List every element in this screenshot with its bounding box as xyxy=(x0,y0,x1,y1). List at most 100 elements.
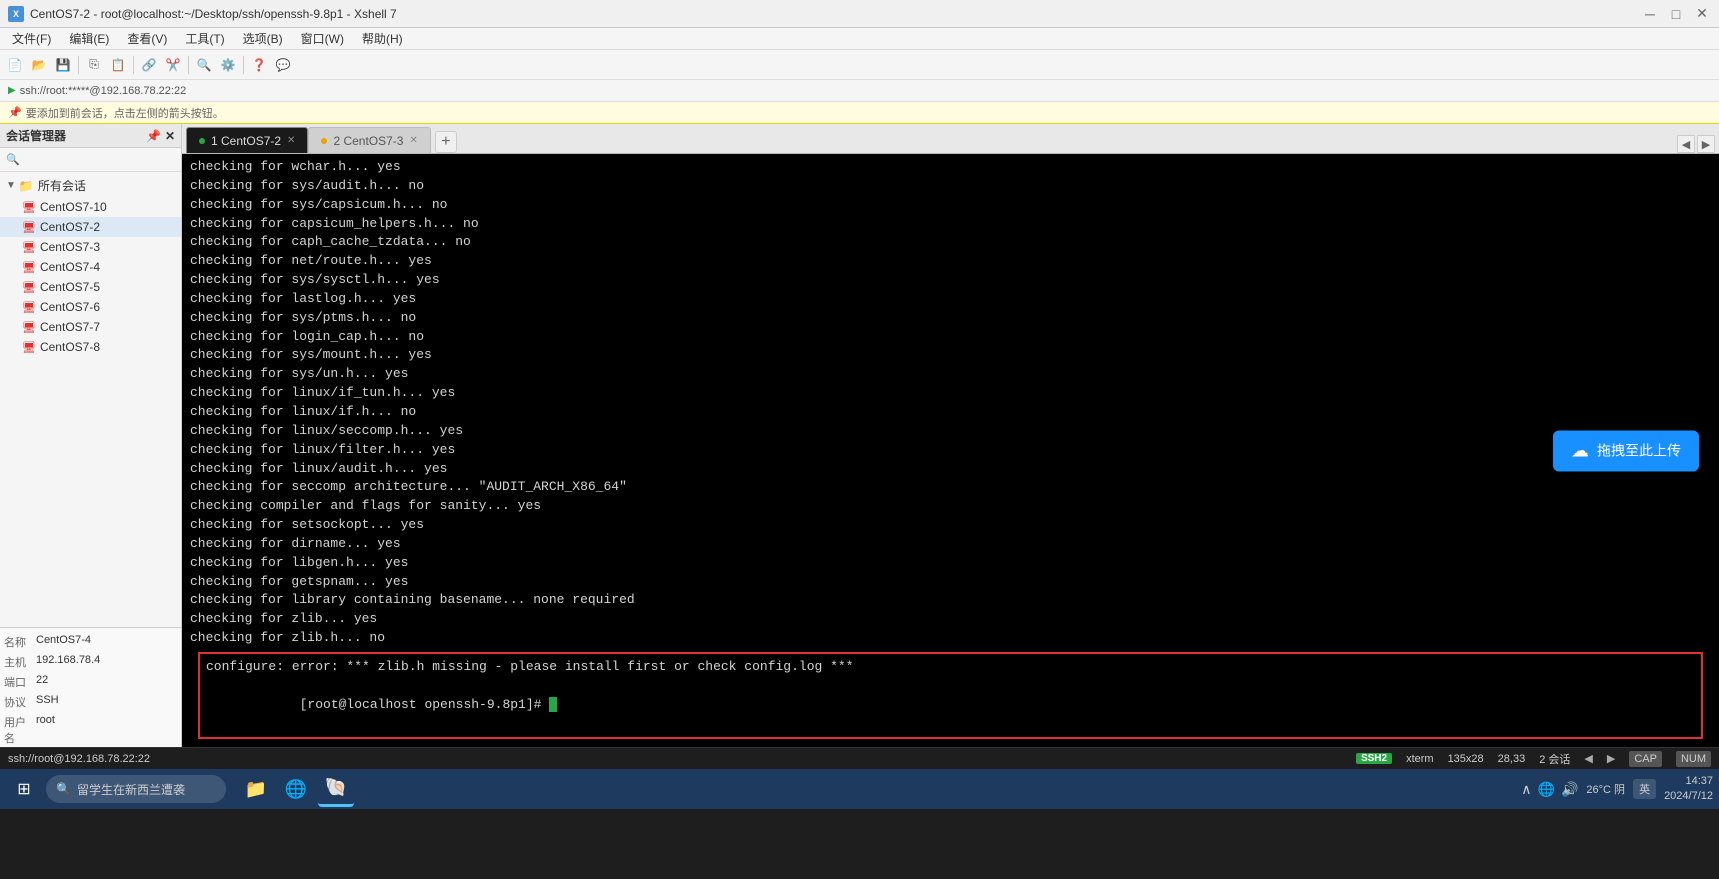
prop-port: 端口 22 xyxy=(4,672,177,692)
search-icon: 🔍 xyxy=(56,782,71,796)
tab-label: 2 CentOS7-3 xyxy=(333,134,403,148)
server-icon: 🖥 xyxy=(22,281,36,294)
clock-time: 14:37 xyxy=(1664,774,1713,789)
tb-paste[interactable]: 📋 xyxy=(107,54,129,76)
language-button[interactable]: 英 xyxy=(1633,779,1656,799)
maximize-button[interactable]: □ xyxy=(1667,5,1685,23)
tab-close-btn[interactable]: ✕ xyxy=(409,135,417,146)
menu-options[interactable]: 选项(B) xyxy=(235,28,291,49)
status-nav-left[interactable]: ◀ xyxy=(1584,752,1592,765)
session-item-centos7-6[interactable]: 🖥 CentOS7-6 xyxy=(0,297,181,317)
session-pin-icon[interactable]: 📌 xyxy=(146,129,161,143)
tab-scroll-left[interactable]: ◀ xyxy=(1677,135,1695,153)
session-item-centos7-5[interactable]: 🖥 CentOS7-5 xyxy=(0,277,181,297)
prop-host: 主机 192.168.78.4 xyxy=(4,652,177,672)
status-num: NUM xyxy=(1676,751,1711,767)
terminal-line: checking for linux/if_tun.h... yes xyxy=(190,384,1711,403)
session-item-centos7-10[interactable]: 🖥 CentOS7-10 xyxy=(0,197,181,217)
terminal-container[interactable]: checking for wchar.h... yes checking for… xyxy=(182,154,1719,747)
session-item-centos7-4[interactable]: 🖥 CentOS7-4 xyxy=(0,257,181,277)
tb-sep2 xyxy=(133,56,134,74)
tab-close-btn[interactable]: ✕ xyxy=(287,135,295,146)
tb-connect[interactable]: 🔗 xyxy=(138,54,160,76)
tray-chevron[interactable]: ∧ xyxy=(1521,781,1531,798)
terminal-line: checking for linux/seccomp.h... yes xyxy=(190,422,1711,441)
terminal-line: checking for sys/audit.h... no xyxy=(190,177,1711,196)
tb-copy[interactable]: ⎘ xyxy=(83,54,105,76)
menu-bar: 文件(F) 编辑(E) 查看(V) 工具(T) 选项(B) 窗口(W) 帮助(H… xyxy=(0,28,1719,50)
taskbar-apps: 📁 🌐 🐚 xyxy=(238,771,354,807)
server-icon: 🖥 xyxy=(22,321,36,334)
session-close-icon[interactable]: ✕ xyxy=(165,129,175,143)
minimize-button[interactable]: ─ xyxy=(1641,5,1659,23)
tree-root-item[interactable]: ▼ 📁 所有会话 xyxy=(0,174,181,197)
session-search-input[interactable] xyxy=(20,154,175,166)
terminal-line: checking for library containing basename… xyxy=(190,591,1711,610)
terminal-line: checking for net/route.h... yes xyxy=(190,252,1711,271)
terminal-line: checking for sys/un.h... yes xyxy=(190,365,1711,384)
tb-settings[interactable]: ⚙️ xyxy=(217,54,239,76)
terminal-line: checking for linux/audit.h... yes xyxy=(190,460,1711,479)
menu-window[interactable]: 窗口(W) xyxy=(293,28,352,49)
close-button[interactable]: ✕ xyxy=(1693,5,1711,23)
tb-open[interactable]: 📂 xyxy=(28,54,50,76)
session-item-centos7-7[interactable]: 🖥 CentOS7-7 xyxy=(0,317,181,337)
terminal-line: checking for zlib.h... no xyxy=(190,629,1711,648)
tray-network[interactable]: 🌐 xyxy=(1538,781,1555,798)
hint-icon: 📌 xyxy=(8,106,22,119)
menu-tools[interactable]: 工具(T) xyxy=(177,28,232,49)
server-icon: 🖥 xyxy=(22,341,36,354)
tb-disconnect[interactable]: ✂️ xyxy=(162,54,184,76)
new-tab-button[interactable]: + xyxy=(435,131,457,153)
terminal-line: checking for sys/ptms.h... no xyxy=(190,309,1711,328)
menu-edit[interactable]: 编辑(E) xyxy=(61,28,117,49)
taskbar-app-xshell[interactable]: 🐚 xyxy=(318,771,354,807)
terminal-line: checking for sys/capsicum.h... no xyxy=(190,196,1711,215)
status-nav-right[interactable]: ▶ xyxy=(1607,752,1615,765)
session-item-centos7-2[interactable]: 🖥 CentOS7-2 xyxy=(0,217,181,237)
server-icon: 🖥 xyxy=(22,221,36,234)
terminal-line: checking for caph_cache_tzdata... no xyxy=(190,233,1711,252)
terminal-line: checking for capsicum_helpers.h... no xyxy=(190,215,1711,234)
tb-sep1 xyxy=(78,56,79,74)
menu-view[interactable]: 查看(V) xyxy=(119,28,175,49)
window-title: CentOS7-2 - root@localhost:~/Desktop/ssh… xyxy=(30,7,397,21)
session-tree: ▼ 📁 所有会话 🖥 CentOS7-10 🖥 CentOS7-2 🖥 Cent… xyxy=(0,172,181,627)
tb-save[interactable]: 💾 xyxy=(52,54,74,76)
terminal-error-box: configure: error: *** zlib.h missing - p… xyxy=(198,652,1703,739)
terminal-cursor xyxy=(549,697,557,712)
session-panel: 会话管理器 📌 ✕ 🔍 ▼ 📁 所有会话 🖥 CentOS7-10 🖥 Cent… xyxy=(0,124,182,747)
start-button[interactable]: ⊞ xyxy=(6,771,42,807)
tab-centos7-2[interactable]: 1 CentOS7-2 ✕ xyxy=(186,127,308,153)
upload-button[interactable]: ☁ 拖拽至此上传 xyxy=(1553,430,1699,471)
session-item-centos7-8[interactable]: 🖥 CentOS7-8 xyxy=(0,337,181,357)
app-icon: X xyxy=(8,6,24,22)
menu-file[interactable]: 文件(F) xyxy=(4,28,59,49)
tb-about[interactable]: 💬 xyxy=(272,54,294,76)
taskbar-app-files[interactable]: 📁 xyxy=(238,771,274,807)
terminal-output: checking for wchar.h... yes checking for… xyxy=(182,154,1719,747)
terminal-line: checking for dirname... yes xyxy=(190,535,1711,554)
terminal-line: checking for login_cap.h... no xyxy=(190,328,1711,347)
status-position: 28,33 xyxy=(1498,753,1526,765)
taskbar-weather: 26°C 阴 xyxy=(1586,781,1625,797)
tab-scroll-right[interactable]: ▶ xyxy=(1697,135,1715,153)
folder-icon: 📁 xyxy=(19,179,34,193)
tab-centos7-3[interactable]: 2 CentOS7-3 ✕ xyxy=(308,127,430,153)
menu-help[interactable]: 帮助(H) xyxy=(354,28,411,49)
tray-sound[interactable]: 🔊 xyxy=(1561,781,1578,798)
terminal-line: checking for linux/filter.h... yes xyxy=(190,441,1711,460)
search-icon: 🔍 xyxy=(6,153,20,166)
status-cap: CAP xyxy=(1629,751,1662,767)
tb-find[interactable]: 🔍 xyxy=(193,54,215,76)
prop-protocol: 协议 SSH xyxy=(4,692,177,712)
system-tray: ∧ 🌐 🔊 xyxy=(1521,781,1578,798)
connection-bar: ▶ ssh://root:*****@192.168.78.22:22 xyxy=(0,80,1719,102)
title-bar-left: X CentOS7-2 - root@localhost:~/Desktop/s… xyxy=(8,6,397,22)
session-item-centos7-3[interactable]: 🖥 CentOS7-3 xyxy=(0,237,181,257)
tb-new[interactable]: 📄 xyxy=(4,54,26,76)
toolbar: 📄 📂 💾 ⎘ 📋 🔗 ✂️ 🔍 ⚙️ ❓ 💬 xyxy=(0,50,1719,80)
tb-help[interactable]: ❓ xyxy=(248,54,270,76)
taskbar-app-browser[interactable]: 🌐 xyxy=(278,771,314,807)
taskbar-search[interactable]: 🔍 留学生在新西兰遭袭 xyxy=(46,775,226,803)
